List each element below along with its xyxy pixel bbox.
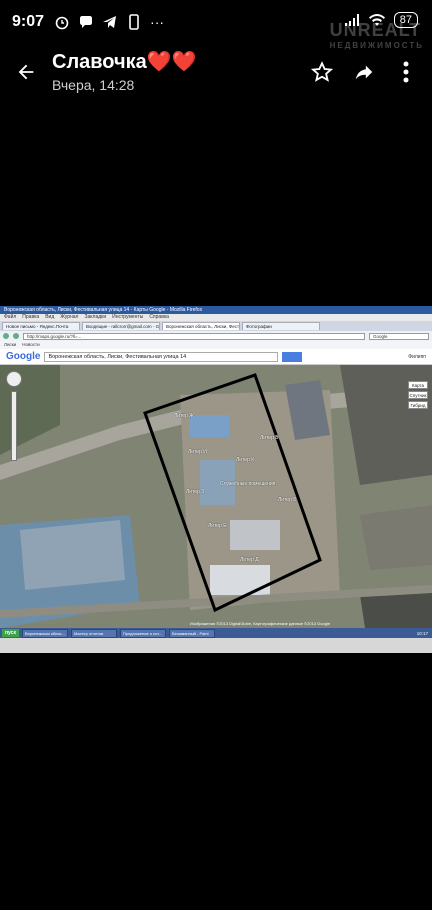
map-label: Литер В [260,435,279,441]
browser-tab-active: Воронежская область, Лиски, Фести... [162,322,240,330]
browser-nav-bar: http://maps.google.ru/?ll=... Google [0,331,432,341]
maps-search-button [282,351,303,362]
satellite-map: Карта Спутник Гибрид Литер Ж Литер И Лит… [0,365,432,628]
menu-item: Вид [45,314,55,320]
header-actions [310,60,418,84]
more-options-button[interactable] [394,60,418,84]
browser-forward-icon [13,333,19,339]
watermark-brand: UNREALT [329,20,422,40]
map-label: Литер Д [240,557,259,563]
share-button[interactable] [352,60,376,84]
map-label: Служебные помещения [220,481,276,487]
star-button[interactable] [310,60,334,84]
chat-header: Славочка❤️❤️ Вчера, 14:28 [0,44,432,100]
maps-user-name: Филипп [408,353,426,360]
map-label: Литер Ж [174,413,194,419]
browser-tab: Входящие - rallcrorr@gmail.com - Gmail [82,322,160,330]
map-pan-control [6,371,22,387]
browser-tab: Новое письмо - Яндекс.Почта [2,322,80,330]
back-button[interactable] [0,44,52,100]
maps-user-area: Филипп [408,354,426,360]
windows-taskbar: пуск Воронежская облас... Мастер отчетов… [0,628,432,638]
vertical-dots-icon [403,61,409,83]
map-copyright: Изображения ©2013 DigitalGlobe, Картогра… [190,621,331,626]
status-time: 9:07 [12,13,45,30]
map-type-button: Карта [408,381,428,389]
satellite-imagery [0,365,432,628]
menu-item: Инструменты [112,314,144,320]
taskbar-clock: 10:17 [416,630,428,636]
taskbar-item: Предложение о сот... [119,628,166,638]
chat-bubble-icon [80,16,93,28]
menu-item: Справка [149,314,169,320]
shared-image[interactable]: Воронежская область, Лиски, Фестивальная… [0,306,432,653]
browser-title-bar: Воронежская область, Лиски, Фестивальная… [0,306,432,314]
maps-header: Google Воронежская область, Лиски, Фести… [0,349,432,365]
bookmark-item: Лиски [4,342,17,347]
chat-title-block[interactable]: Славочка❤️❤️ Вчера, 14:28 [52,51,310,93]
taskbar-item: Мастер отчетов [70,628,117,638]
map-label: Литер З [186,489,205,495]
status-bar: 9:07 ··· 87 UNREALT НЕДВИЖИМОСТЬ [0,0,432,50]
menu-item: Закладки [84,314,107,320]
map-label: Литер Б [278,497,297,503]
taskbar-item: Безымянный - Paint [168,628,215,638]
share-arrow-icon [355,65,373,80]
more-notifications-icon: ··· [150,14,165,30]
chat-timestamp: Вчера, 14:28 [52,77,135,93]
browser-url-field: http://maps.google.ru/?ll=... [23,332,365,340]
map-label: Литер Е [208,523,227,529]
alarm-icon [55,16,69,30]
taskbar-item: Воронежская облас... [21,628,68,638]
notification-icons: ··· [54,14,164,30]
browser-menu-bar: Файл Правка Вид Журнал Закладки Инструме… [0,314,432,321]
bookmark-item: Новости [22,342,40,347]
menu-item: Файл [4,314,17,320]
phone-icon [129,14,139,30]
menu-item: Правка [22,314,40,320]
map-type-button: Гибрид [408,401,428,409]
browser-bookmarks-bar: Лиски Новости [0,341,432,349]
start-button: пуск [2,629,19,637]
star-icon [311,61,333,82]
maps-search-field: Воронежская область, Лиски, Фестивальная… [44,351,279,362]
arrow-left-icon [18,64,34,80]
google-logo: Google [6,351,41,362]
map-label: Литер И [188,449,207,455]
map-label: Литер К [236,457,255,463]
map-type-button: Спутник [408,391,428,399]
map-zoom-slider [11,391,17,461]
telegram-icon [103,16,117,28]
menu-item: Журнал [60,314,79,320]
browser-tabs: Новое письмо - Яндекс.Почта Входящие - r… [0,321,432,331]
map-type-switcher: Карта Спутник Гибрид [408,381,428,409]
browser-search-field: Google [369,332,429,340]
browser-back-icon [3,333,9,339]
browser-tab: Фотографии [242,322,320,330]
chat-title: Славочка❤️❤️ [52,51,197,73]
